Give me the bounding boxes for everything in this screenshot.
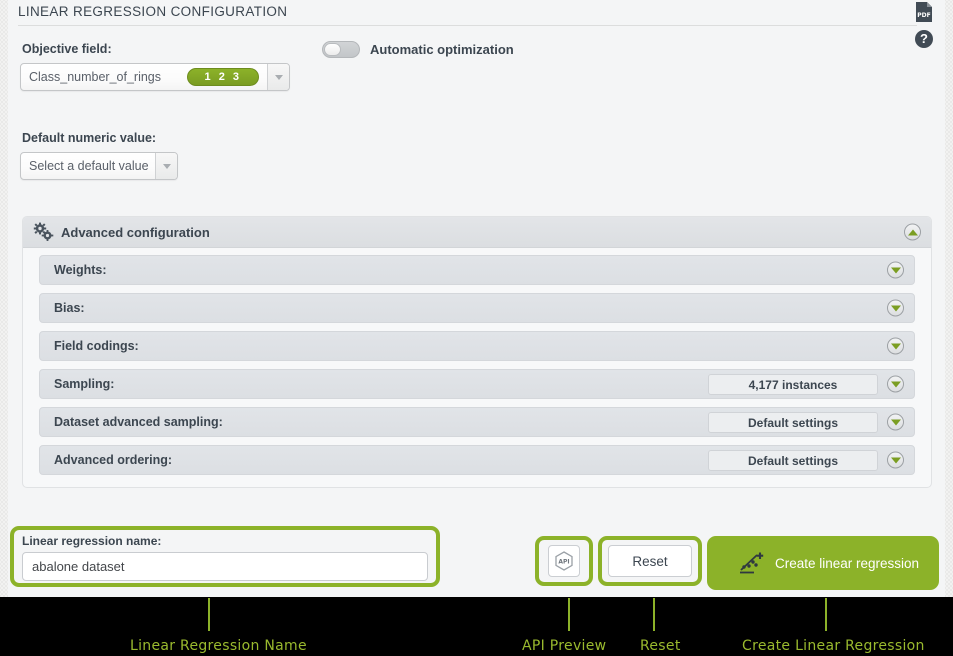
accordion-expand-button[interactable] <box>887 299 904 317</box>
chevron-down-icon <box>890 381 901 387</box>
advanced-ordering-value: Default settings <box>708 450 878 471</box>
svg-text:PDF: PDF <box>917 12 930 19</box>
annotation-create-linear-regression: Create Linear Regression <box>742 638 925 654</box>
accordion-label: Dataset advanced sampling: <box>54 415 223 429</box>
annotation-reset: Reset <box>640 638 681 654</box>
objective-dropdown-arrow[interactable] <box>267 64 289 90</box>
chevron-down-icon <box>890 419 901 425</box>
create-linear-regression-label: Create linear regression <box>775 555 920 571</box>
chevron-down-icon <box>890 457 901 463</box>
advanced-configuration-rows: Weights: Bias: Field codings: Sampling: … <box>23 248 931 487</box>
accordion-label: Bias: <box>54 301 85 315</box>
default-numeric-select[interactable]: Select a default value <box>20 152 178 180</box>
toggle-knob <box>324 43 341 56</box>
accordion-expand-button[interactable] <box>887 451 904 469</box>
accordion-row-dataset-advanced-sampling[interactable]: Dataset advanced sampling: Default setti… <box>39 407 915 437</box>
accordion-row-bias[interactable]: Bias: <box>39 293 915 323</box>
page-title-bar: LINEAR REGRESSION CONFIGURATION PDF <box>18 0 932 26</box>
chevron-down-icon <box>274 74 283 80</box>
default-numeric-value: Select a default value <box>29 159 149 173</box>
annotation-linear-regression-name: Linear Regression Name <box>130 638 307 654</box>
objective-field-value: Class_number_of_rings <box>29 70 162 84</box>
annotation-api-preview: API Preview <box>522 638 607 654</box>
api-hexagon-icon: API <box>555 551 573 571</box>
create-linear-regression-highlight: Create linear regression <box>707 536 939 590</box>
page-title: LINEAR REGRESSION CONFIGURATION <box>18 4 288 19</box>
objective-field-label: Objective field: <box>22 42 112 56</box>
chevron-up-icon <box>907 229 918 235</box>
accordion-label: Weights: <box>54 263 107 277</box>
api-preview-button[interactable]: API <box>548 545 580 577</box>
accordion-label: Sampling: <box>54 377 115 391</box>
dataset-advanced-sampling-value: Default settings <box>708 412 878 433</box>
help-icon[interactable]: ? <box>915 30 933 48</box>
create-linear-regression-button[interactable]: Create linear regression <box>713 542 933 584</box>
screenshot-root: LINEAR REGRESSION CONFIGURATION PDF ? Ob… <box>0 0 953 656</box>
reset-highlight: Reset <box>598 536 702 586</box>
advanced-configuration-collapse-button[interactable] <box>904 223 921 241</box>
chevron-down-icon <box>890 343 901 349</box>
accordion-row-field-codings[interactable]: Field codings: <box>39 331 915 361</box>
leader-line-reset <box>653 598 655 631</box>
left-edge-texture <box>0 0 8 597</box>
advanced-configuration-title: Advanced configuration <box>61 224 210 240</box>
accordion-row-weights[interactable]: Weights: <box>39 255 915 285</box>
accordion-label: Field codings: <box>54 339 139 353</box>
accordion-row-sampling[interactable]: Sampling: 4,177 instances <box>39 369 915 399</box>
sampling-value: 4,177 instances <box>708 374 878 395</box>
gears-icon <box>33 222 55 242</box>
leader-line-create <box>825 598 827 631</box>
chevron-down-icon <box>890 305 901 311</box>
leader-line-name <box>208 598 210 631</box>
default-numeric-label: Default numeric value: <box>22 131 157 145</box>
advanced-configuration-panel: Advanced configuration Weights: Bias: Fi… <box>22 216 932 488</box>
accordion-expand-button[interactable] <box>887 337 904 355</box>
field-type-badge: 1 2 3 <box>187 68 259 86</box>
objective-field-value-area: Class_number_of_rings 1 2 3 <box>21 64 267 90</box>
chevron-down-icon <box>162 163 171 169</box>
accordion-label: Advanced ordering: <box>54 453 173 467</box>
objective-field-select[interactable]: Class_number_of_rings 1 2 3 <box>20 63 290 91</box>
automatic-optimization-toggle[interactable] <box>322 41 360 58</box>
advanced-configuration-header[interactable]: Advanced configuration <box>23 217 931 248</box>
api-preview-highlight: API <box>535 536 593 586</box>
accordion-expand-button[interactable] <box>887 375 904 393</box>
right-edge-texture <box>945 0 953 597</box>
automatic-optimization-row: Automatic optimization <box>322 41 514 58</box>
automatic-optimization-label: Automatic optimization <box>370 42 514 57</box>
default-numeric-dropdown-arrow[interactable] <box>155 153 177 179</box>
linear-regression-name-label: Linear regression name: <box>22 534 162 548</box>
linear-regression-name-highlight: Linear regression name: <box>10 526 440 587</box>
regression-wand-icon <box>739 551 765 575</box>
svg-text:API: API <box>558 559 569 566</box>
leader-line-api <box>568 598 570 631</box>
configuration-page: LINEAR REGRESSION CONFIGURATION PDF ? Ob… <box>0 0 953 597</box>
linear-regression-name-input[interactable] <box>22 552 428 581</box>
accordion-expand-button[interactable] <box>887 261 904 279</box>
default-numeric-value-area: Select a default value <box>21 153 155 179</box>
reset-button[interactable]: Reset <box>608 545 692 577</box>
accordion-row-advanced-ordering[interactable]: Advanced ordering: Default settings <box>39 445 915 475</box>
pdf-document-icon[interactable]: PDF <box>913 1 935 23</box>
accordion-expand-button[interactable] <box>887 413 904 431</box>
chevron-down-icon <box>890 267 901 273</box>
